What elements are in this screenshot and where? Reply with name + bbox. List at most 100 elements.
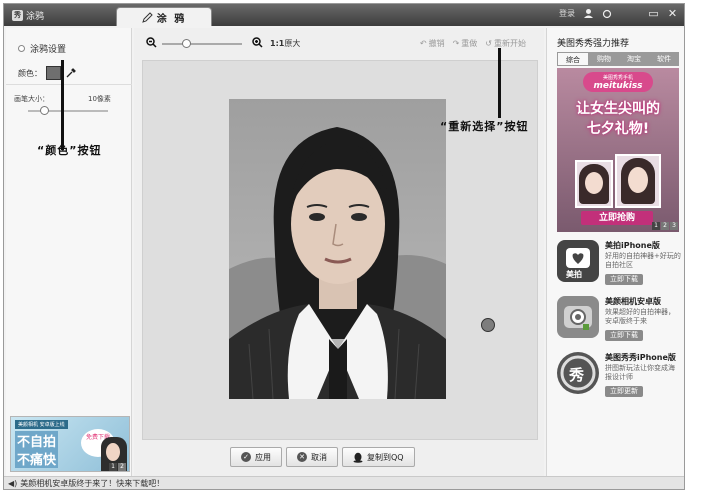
annotation-line-color <box>61 60 64 150</box>
tab-graffiti[interactable]: 涂 鸦 <box>116 7 212 26</box>
redo-button[interactable]: ↷ 重做 <box>453 38 478 49</box>
status-bar: ◀) 美颜相机安卓版终于来了！快来下载吧！ <box>4 476 684 489</box>
speaker-icon: ◀) <box>8 478 18 488</box>
title-bar: 秀 涂鸦 涂 鸦 登录 ▭ ✕ <box>4 4 684 26</box>
redo-icon: ↷ <box>452 39 460 48</box>
pencil-icon <box>141 11 153 23</box>
app-item-meitu-xiuxiu[interactable]: 秀 美图秀秀iPhone版 拼图新玩法让你变成海报设计师 立即更新 <box>557 352 681 400</box>
download-button[interactable]: 立即下载 <box>605 330 643 341</box>
ad-slogan-line1: 不自拍 <box>15 431 59 450</box>
eyedropper-icon[interactable] <box>65 67 77 79</box>
zoom-ratio[interactable]: 1:1原大 <box>270 38 300 49</box>
close-button[interactable]: ✕ <box>667 8 678 19</box>
brush-size-knob[interactable] <box>40 106 49 115</box>
update-button[interactable]: 立即更新 <box>605 386 643 397</box>
ad-page-1[interactable]: 1 <box>109 463 117 471</box>
cancel-icon: ✕ <box>297 452 307 462</box>
reselect-label: 重新开始 <box>494 39 526 48</box>
minimize-button[interactable]: ▭ <box>648 8 659 19</box>
banner-headline-2: 七夕礼物! <box>586 121 650 137</box>
cancel-label: 取消 <box>311 452 327 462</box>
tab-taobao[interactable]: 淘宝 <box>619 52 649 66</box>
color-button[interactable] <box>46 66 61 80</box>
graffiti-settings-panel: 涂鸦设置 颜色： 画笔大小： 10像素 美颜相机 安卓版上线 不自拍 不痛快 免… <box>6 28 132 476</box>
qq-icon <box>353 452 363 463</box>
panel-title-label: 涂鸦设置 <box>30 45 67 55</box>
app-item-meipai[interactable]: 美拍 美拍iPhone版 好用的自拍神器+好玩的自拍社区 立即下载 <box>557 240 681 288</box>
annotation-reselect-button: “重新选择”按钮 <box>440 120 529 133</box>
app-item-name: 美图秀秀iPhone版 <box>605 353 676 362</box>
camera-ad-banner[interactable]: 美颜相机 安卓版上线 不自拍 不痛快 免费下载 1 2 <box>10 416 130 472</box>
ad-brand: 美颜相机 安卓版上线 <box>15 420 68 429</box>
app-window: 秀 涂鸦 涂 鸦 登录 ▭ ✕ 涂鸦设置 颜色： 画笔大小： 10像素 美颜相机… <box>3 3 685 490</box>
recommend-tabs: 综合 购物 淘宝 软件 <box>557 52 679 66</box>
zoom-slider[interactable] <box>162 39 242 48</box>
main-editor: 1:1原大 ↶ 撤销 ↷ 重做 ↺ 重新开始 ✓ 应用 ✕ 取消 复制到QQ <box>134 28 544 476</box>
brush-size-value: 10像素 <box>88 95 111 103</box>
brush-cursor <box>481 318 495 332</box>
tab-graffiti-label: 涂 鸦 <box>156 13 187 25</box>
divider <box>6 84 132 85</box>
app-item-desc: 拼图新玩法让你变成海报设计师 <box>605 364 675 381</box>
banner-page-1[interactable]: 1 <box>652 222 660 230</box>
reset-icon: ↺ <box>485 39 492 48</box>
banner-logo: 美图秀秀手机 meitukiss <box>583 72 653 92</box>
annotation-line-reselect <box>498 48 501 118</box>
meitu-xiuxiu-app-icon: 秀 <box>557 352 599 394</box>
color-label: 颜色： <box>18 68 42 78</box>
recommend-title: 美图秀秀强力推荐 <box>557 39 630 49</box>
zoom-knob[interactable] <box>182 39 191 48</box>
undo-button[interactable]: ↶ 撤销 <box>420 38 445 49</box>
cancel-button[interactable]: ✕ 取消 <box>286 447 338 467</box>
undo-label: 撤销 <box>428 39 445 48</box>
ad-page-2[interactable]: 2 <box>118 463 126 471</box>
reselect-button[interactable]: ↺ 重新开始 <box>485 38 526 49</box>
editor-toolbar: 1:1原大 ↶ 撤销 ↷ 重做 ↺ 重新开始 <box>134 33 544 55</box>
banner-photo-2-face <box>628 167 648 193</box>
canvas-area[interactable] <box>142 60 538 440</box>
download-button[interactable]: 立即下载 <box>605 274 643 285</box>
tab-general[interactable]: 综合 <box>557 52 589 66</box>
annotation-color-button: “颜色”按钮 <box>37 144 102 157</box>
tab-shopping[interactable]: 购物 <box>589 52 619 66</box>
history-actions: ↶ 撤销 ↷ 重做 ↺ 重新开始 <box>420 38 526 49</box>
xiuxiu-icon-text: 秀 <box>569 366 585 384</box>
copy-to-qq-button[interactable]: 复制到QQ <box>342 447 415 467</box>
portrait-photo[interactable] <box>229 99 446 399</box>
banner-buy-button[interactable]: 立即抢购 <box>581 211 653 225</box>
brush-size-slider[interactable] <box>28 106 108 115</box>
title-bar-actions: 登录 ▭ ✕ <box>559 8 678 19</box>
app-item-name: 美颜相机安卓版 <box>605 297 661 306</box>
app-item-beauty-camera[interactable]: 美颜相机安卓版 效果超好的自拍神器，安卓版终于来 立即下载 <box>557 296 681 344</box>
banner-headline-1: 让女生尖叫的 <box>576 101 660 117</box>
redo-label: 重做 <box>461 39 478 48</box>
login-link[interactable]: 登录 <box>559 8 575 19</box>
user-icon[interactable] <box>583 8 594 19</box>
app-item-desc: 好用的自拍神器+好玩的自拍社区 <box>605 252 681 269</box>
meipai-icon-text: 美拍 <box>566 270 582 279</box>
skin-icon[interactable] <box>602 9 612 19</box>
zoom-ratio-value: 1:1 <box>270 39 285 48</box>
status-message[interactable]: 美颜相机安卓版终于来了！快来下载吧！ <box>20 478 164 489</box>
panel-title: 涂鸦设置 <box>18 42 66 55</box>
app-tab[interactable]: 秀 涂鸦 <box>8 7 52 23</box>
zoom-in-icon[interactable] <box>252 37 263 48</box>
app-item-desc: 效果超好的自拍神器，安卓版终于来 <box>605 308 675 325</box>
banner-page-2[interactable]: 2 <box>661 222 669 230</box>
apply-button[interactable]: ✓ 应用 <box>230 447 282 467</box>
copy-to-qq-label: 复制到QQ <box>367 452 404 462</box>
portrait-image <box>229 99 446 399</box>
banner-pager: 1 2 3 <box>652 222 678 230</box>
promo-banner[interactable]: 美图秀秀手机 meitukiss 让女生尖叫的 七夕礼物! 立即抢购 1 2 3 <box>557 68 679 232</box>
ad-pager: 1 2 <box>109 463 126 471</box>
banner-page-3[interactable]: 3 <box>670 222 678 230</box>
app-logo-icon: 秀 <box>12 9 23 21</box>
app-tab-label: 涂鸦 <box>26 11 45 22</box>
beauty-camera-app-icon <box>557 296 599 338</box>
undo-icon: ↶ <box>419 39 427 48</box>
brush-size-label: 画笔大小： <box>14 95 49 103</box>
tab-software[interactable]: 软件 <box>649 52 679 66</box>
zoom-out-icon[interactable] <box>146 37 157 48</box>
radio-icon[interactable] <box>18 45 25 52</box>
apply-label: 应用 <box>255 452 271 462</box>
